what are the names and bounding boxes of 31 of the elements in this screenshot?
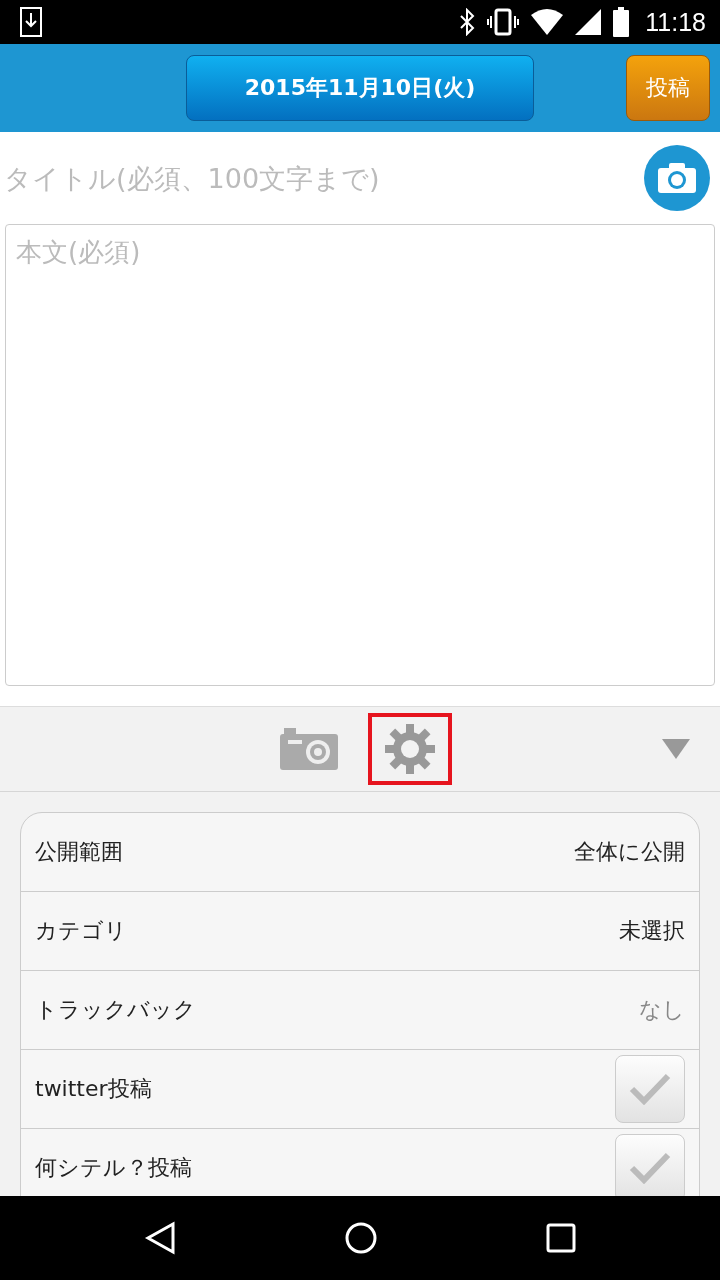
wifi-icon	[531, 9, 564, 35]
date-button[interactable]: 2015年11月10日(火)	[186, 55, 534, 121]
setting-value[interactable]: なし	[639, 995, 685, 1025]
checkbox[interactable]	[615, 1055, 685, 1123]
home-button[interactable]	[344, 1221, 378, 1255]
settings-tab[interactable]	[368, 713, 452, 785]
bluetooth-icon	[459, 8, 476, 36]
camera-icon	[280, 728, 340, 770]
post-button[interactable]: 投稿	[626, 55, 710, 121]
title-field[interactable]: タイトル(必須、100文字まで)	[2, 161, 644, 195]
signal-icon	[575, 9, 602, 35]
setting-label: 何シテル？投稿	[35, 1154, 192, 1182]
checkbox[interactable]	[615, 1134, 685, 1196]
vibrate-icon	[487, 8, 520, 36]
download-icon	[20, 7, 42, 37]
setting-value[interactable]: 未選択	[619, 916, 685, 946]
recents-button[interactable]	[546, 1223, 576, 1253]
setting-value[interactable]: 全体に公開	[574, 837, 685, 867]
setting-label: 公開範囲	[35, 838, 123, 866]
battery-icon	[613, 7, 630, 37]
clock-time: 11:18	[645, 7, 706, 37]
collapse-caret-icon[interactable]	[662, 739, 690, 759]
setting-label: カテゴリ	[35, 917, 127, 945]
camera-icon	[658, 163, 696, 193]
setting-label: twitter投稿	[35, 1075, 152, 1103]
back-button[interactable]	[144, 1221, 176, 1255]
body-field[interactable]: 本文(必須)	[5, 224, 715, 686]
check-icon	[629, 1152, 671, 1184]
check-icon	[629, 1073, 671, 1105]
setting-label: トラックバック	[35, 996, 196, 1024]
settings-icon	[384, 723, 436, 775]
